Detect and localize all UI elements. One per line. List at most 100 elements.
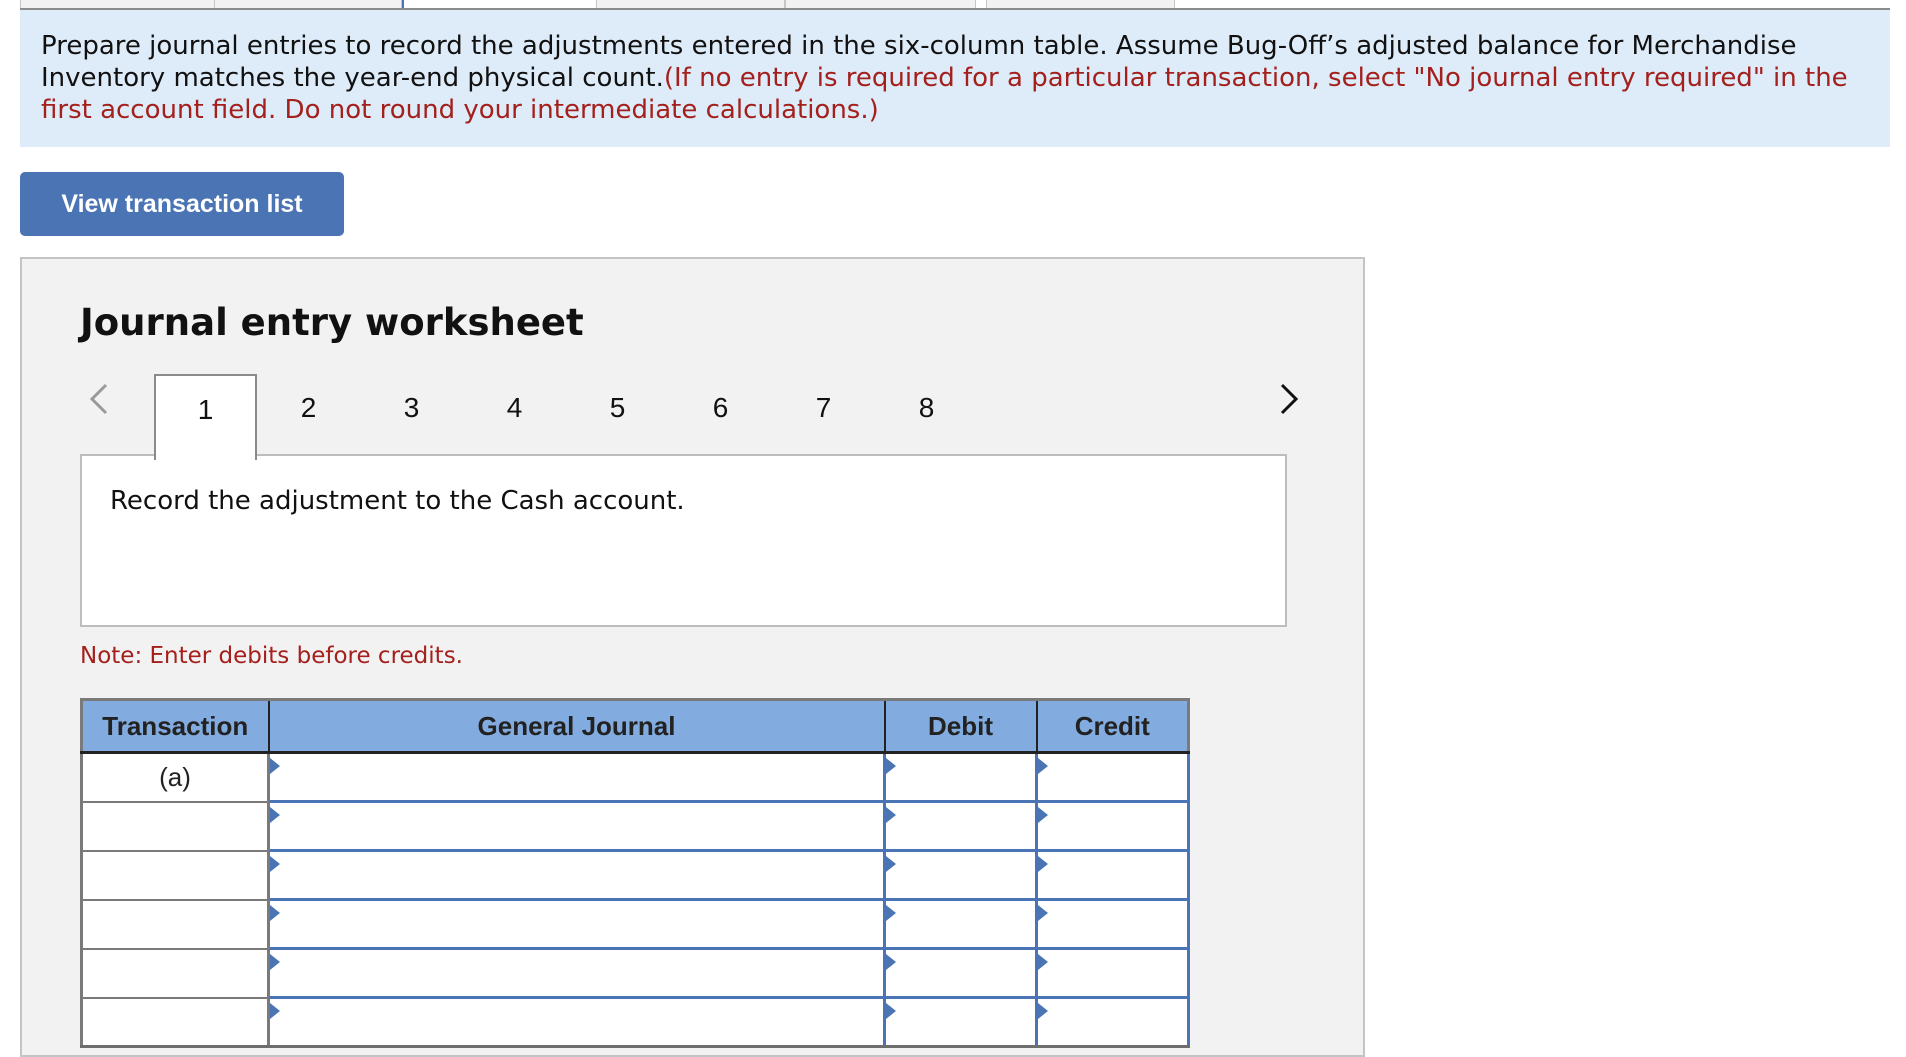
debit-cell: [883, 751, 1038, 803]
step-label: 5: [609, 392, 626, 423]
dropdown-flag-icon: [1038, 905, 1048, 921]
transaction-cell: [80, 899, 270, 950]
dropdown-flag-icon: [270, 954, 280, 970]
debit-cell: [883, 996, 1038, 1048]
step-description-box: Record the adjustment to the Cash accoun…: [80, 454, 1287, 627]
account-select[interactable]: [270, 754, 883, 800]
step-label: 7: [815, 392, 832, 423]
credit-cell: [1035, 947, 1190, 999]
account-cell: [267, 751, 886, 803]
header-general-journal: General Journal: [268, 698, 886, 754]
credit-cell: [1035, 898, 1190, 950]
transaction-cell: [80, 850, 270, 901]
dropdown-flag-icon: [886, 1003, 896, 1019]
step-label: 8: [918, 392, 935, 423]
header-credit: Credit: [1036, 698, 1190, 754]
credit-cell: [1035, 800, 1190, 852]
credit-input[interactable]: [1038, 852, 1187, 898]
general-journal-table: Transaction General Journal Debit Credit…: [80, 698, 1190, 1048]
dropdown-flag-icon: [270, 856, 280, 872]
account-select[interactable]: [270, 950, 883, 996]
table-row: [80, 996, 1190, 1048]
account-cell: [267, 849, 886, 901]
dropdown-flag-icon: [1038, 807, 1048, 823]
table-row: [80, 849, 1190, 901]
debit-credit-note: Note: Enter debits before credits.: [80, 643, 463, 669]
journal-entry-worksheet-panel: Journal entry worksheet 1 2 3 4 5 6 7 8 …: [20, 257, 1365, 1057]
step-tab-5[interactable]: 5: [566, 374, 669, 456]
dropdown-flag-icon: [886, 905, 896, 921]
worksheet-title: Journal entry worksheet: [80, 301, 584, 344]
debit-cell: [883, 849, 1038, 901]
dropdown-flag-icon: [270, 905, 280, 921]
transaction-cell: [80, 997, 270, 1048]
credit-input[interactable]: [1038, 803, 1187, 849]
question-tab-strip: [0, 0, 1906, 10]
step-tab-3[interactable]: 3: [360, 374, 463, 456]
step-tab-1[interactable]: 1: [154, 374, 257, 460]
debit-input[interactable]: [886, 852, 1035, 898]
transaction-cell: [80, 801, 270, 852]
dropdown-flag-icon: [1038, 1003, 1048, 1019]
credit-cell: [1035, 996, 1190, 1048]
step-tab-7[interactable]: 7: [772, 374, 875, 456]
dropdown-flag-icon: [270, 1003, 280, 1019]
account-select[interactable]: [270, 852, 883, 898]
step-label: 1: [197, 394, 214, 425]
header-debit: Debit: [884, 698, 1038, 754]
account-select[interactable]: [270, 999, 883, 1045]
dropdown-flag-icon: [886, 807, 896, 823]
question-tab[interactable]: [214, 0, 402, 8]
question-tab[interactable]: [986, 0, 1175, 8]
dropdown-flag-icon: [886, 758, 896, 774]
dropdown-flag-icon: [270, 807, 280, 823]
table-row: [80, 898, 1190, 950]
credit-input[interactable]: [1038, 901, 1187, 947]
transaction-cell: (a): [80, 752, 270, 803]
debit-cell: [883, 800, 1038, 852]
debit-cell: [883, 898, 1038, 950]
dropdown-flag-icon: [1038, 954, 1048, 970]
credit-input[interactable]: [1038, 950, 1187, 996]
credit-input[interactable]: [1038, 999, 1187, 1045]
debit-cell: [883, 947, 1038, 999]
credit-cell: [1035, 751, 1190, 803]
step-description: Record the adjustment to the Cash accoun…: [110, 486, 685, 516]
account-cell: [267, 800, 886, 852]
table-row: [80, 800, 1190, 852]
debit-input[interactable]: [886, 901, 1035, 947]
step-label: 2: [300, 392, 317, 423]
step-tab-8[interactable]: 8: [875, 374, 978, 456]
step-tab-6[interactable]: 6: [669, 374, 772, 456]
step-tab-2[interactable]: 2: [257, 374, 360, 456]
table-header-row: Transaction General Journal Debit Credit: [80, 698, 1190, 754]
transaction-cell: [80, 948, 270, 999]
question-tab[interactable]: [596, 0, 785, 8]
question-tab[interactable]: [20, 0, 215, 8]
question-tab[interactable]: [785, 0, 976, 8]
instructions-box: Prepare journal entries to record the ad…: [20, 10, 1890, 147]
dropdown-flag-icon: [270, 758, 280, 774]
account-select[interactable]: [270, 901, 883, 947]
account-cell: [267, 996, 886, 1048]
table-row: (a): [80, 751, 1190, 803]
next-step-button[interactable]: [1274, 379, 1304, 419]
dropdown-flag-icon: [886, 954, 896, 970]
chevron-right-icon: [1280, 383, 1299, 415]
step-tab-4[interactable]: 4: [463, 374, 566, 456]
chevron-left-icon: [89, 383, 108, 415]
account-cell: [267, 898, 886, 950]
debit-input[interactable]: [886, 803, 1035, 849]
dropdown-flag-icon: [886, 856, 896, 872]
step-label: 3: [403, 392, 420, 423]
table-row: [80, 947, 1190, 999]
debit-input[interactable]: [886, 754, 1035, 800]
view-transaction-list-button[interactable]: View transaction list: [20, 172, 344, 236]
account-cell: [267, 947, 886, 999]
account-select[interactable]: [270, 803, 883, 849]
debit-input[interactable]: [886, 950, 1035, 996]
dropdown-flag-icon: [1038, 758, 1048, 774]
credit-input[interactable]: [1038, 754, 1187, 800]
previous-step-button[interactable]: [84, 379, 114, 419]
debit-input[interactable]: [886, 999, 1035, 1045]
